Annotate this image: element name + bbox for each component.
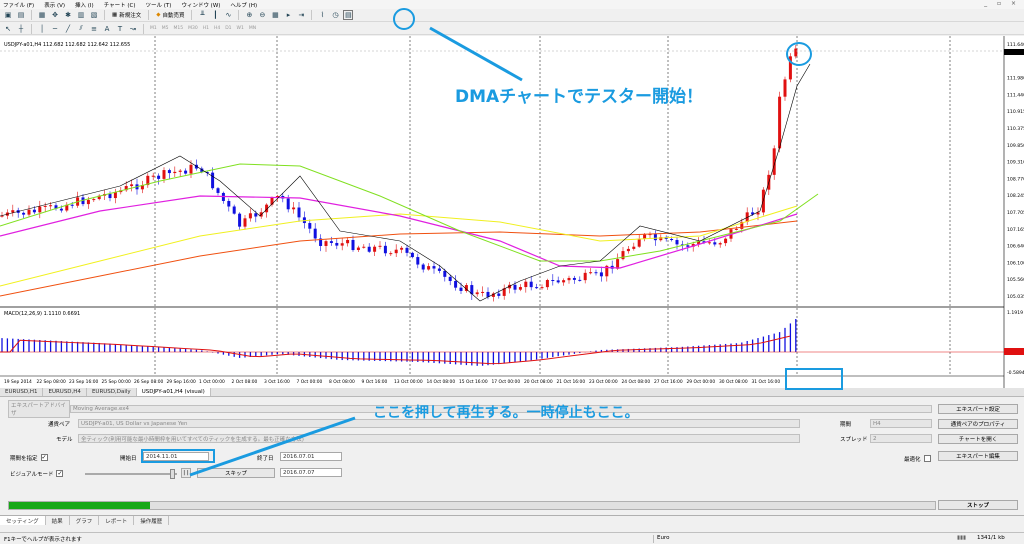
annotation-play: ここを押して再生する。一時停止もここ。 bbox=[373, 405, 639, 421]
start-date-highlight-box bbox=[141, 449, 215, 463]
latest-bar-highlight-ring bbox=[786, 42, 812, 66]
annotation-dma: DMAチャートでテスター開始！ bbox=[455, 87, 704, 107]
last-time-highlight-box bbox=[785, 368, 843, 390]
